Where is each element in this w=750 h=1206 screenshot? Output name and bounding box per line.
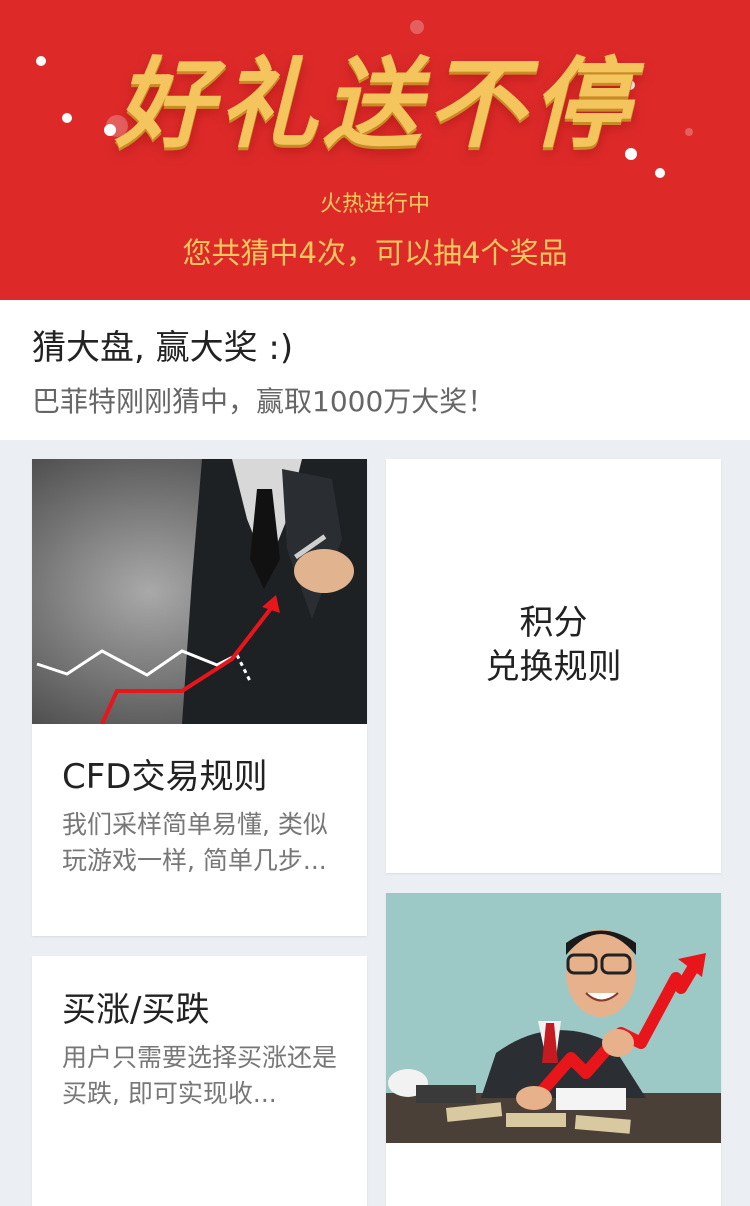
updown-card-title: 买涨/买跌 <box>62 990 210 1030</box>
points-rules-card[interactable]: 积分 兑换规则 <box>386 459 721 873</box>
intro-description: 巴菲特刚刚猜中，赢取1000万大奖！ <box>32 385 496 418</box>
promo-banner[interactable]: 好礼送不停 火热进行中 您共猜中4次，可以抽4个奖品 <box>0 0 750 300</box>
sparkle-dot <box>655 168 665 178</box>
banner-headline: 好礼送不停 <box>114 47 635 162</box>
intro-section: 猜大盘, 赢大奖 :) 巴菲特刚刚猜中，赢取1000万大奖！ <box>0 300 750 440</box>
intro-title: 猜大盘, 赢大奖 :) <box>32 328 294 368</box>
cfd-card-description: 我们采样简单易懂, 类似玩游戏一样, 简单几步... <box>62 810 328 875</box>
points-card-line2: 兑换规则 <box>485 647 622 687</box>
updown-card-description: 用户只需要选择买涨还是买跌, 即可实现收... <box>62 1043 338 1108</box>
boy-with-arrow-image <box>386 893 721 1143</box>
cfd-card-title: CFD交易规则 <box>62 757 268 797</box>
promo-image-card[interactable] <box>386 893 721 1206</box>
points-card-line1: 积分 <box>519 603 588 643</box>
updown-rules-card[interactable]: 买涨/买跌 用户只需要选择买涨还是买跌, 即可实现收... <box>32 956 367 1206</box>
sparkle-dot <box>410 20 424 34</box>
banner-subtitle: 火热进行中 <box>319 192 430 217</box>
businessman-chart-image <box>32 459 367 724</box>
guess-count-text: 您共猜中4次，可以抽4个奖品 <box>182 236 568 270</box>
cfd-rules-card[interactable]: CFD交易规则 我们采样简单易懂, 类似玩游戏一样, 简单几步... <box>32 459 367 936</box>
